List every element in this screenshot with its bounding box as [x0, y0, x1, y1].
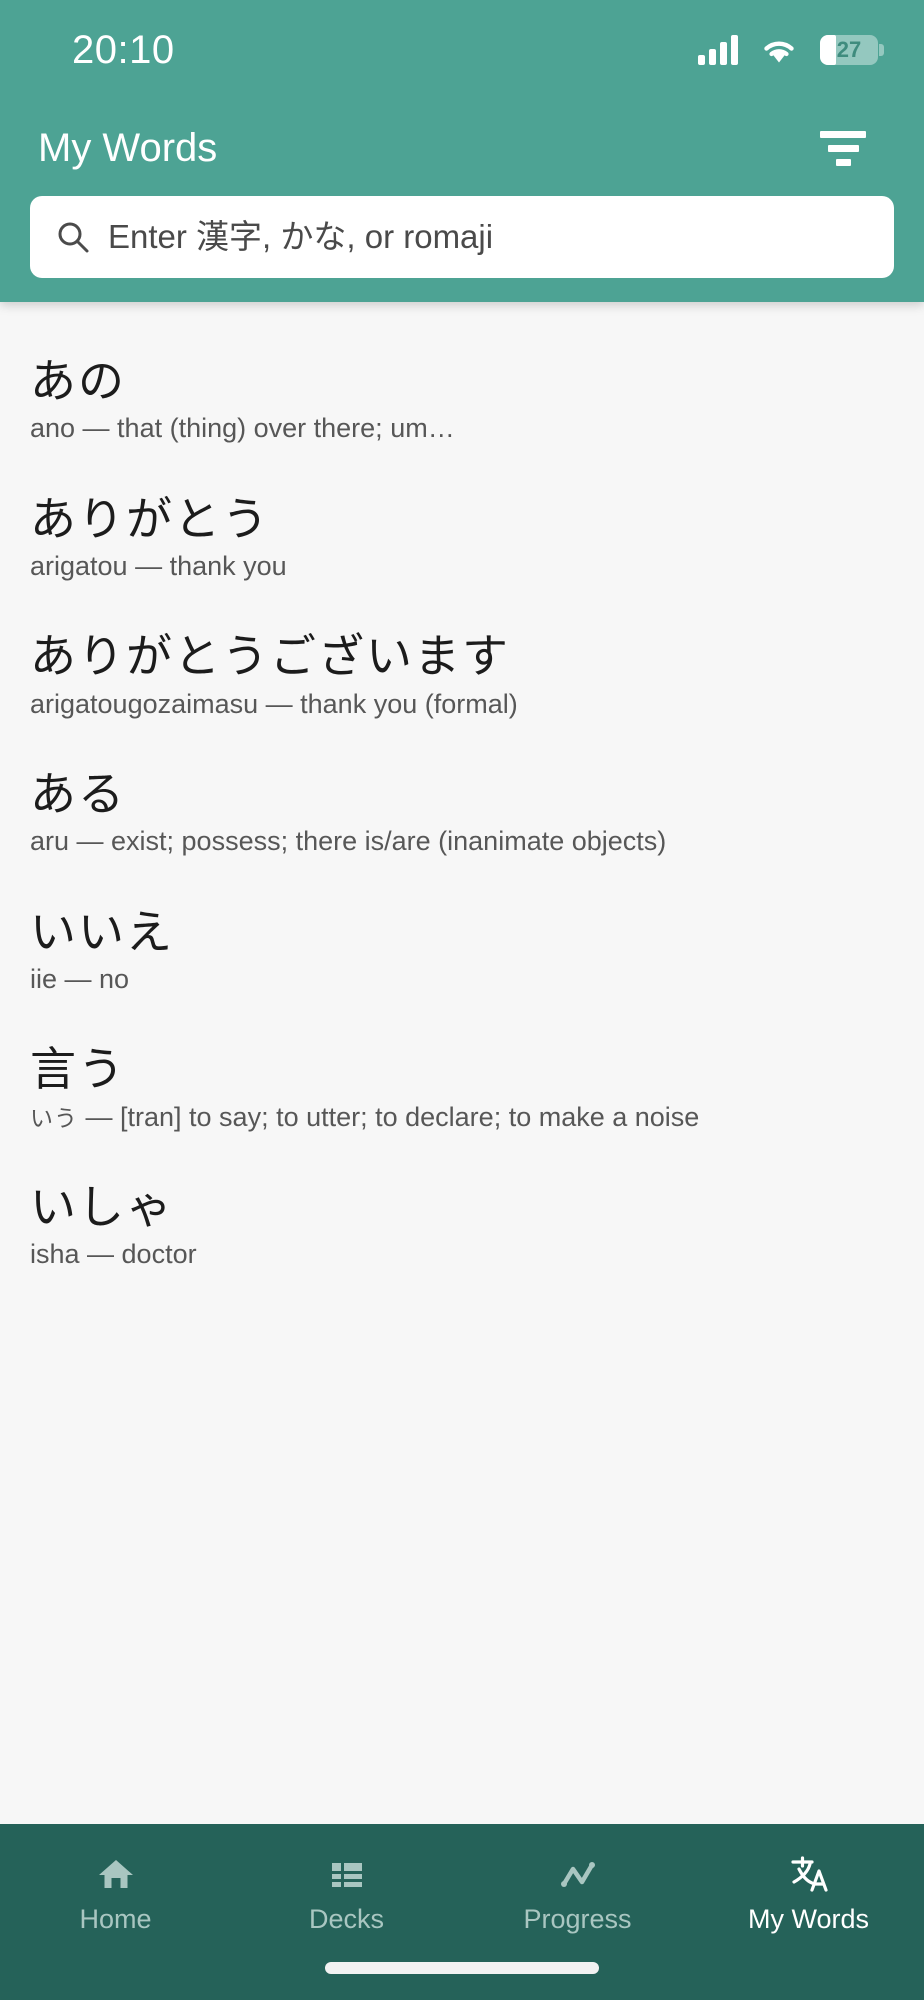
battery-icon: 27 [820, 35, 884, 65]
list-item[interactable]: いいえ iie — no [0, 905, 924, 996]
list-item[interactable]: 言う いう — [tran] to say; to utter; to decl… [0, 1042, 924, 1133]
list-icon [327, 1854, 367, 1894]
battery-fill [820, 35, 836, 65]
word-gloss: ano — that (thing) over there; um… [30, 413, 455, 444]
nav-item-my-words[interactable]: My Words [693, 1854, 924, 1933]
status-bar: 20:10 27 [0, 0, 924, 100]
word-reading-kana: いう [30, 1105, 78, 1132]
list-item[interactable]: いしゃ isha — doctor [0, 1180, 924, 1271]
status-bar-icons: 27 [698, 35, 884, 65]
search-input[interactable] [108, 218, 868, 256]
word-list[interactable]: あの ano — that (thing) over there; um… あり… [0, 302, 924, 1824]
page-title: My Words [38, 126, 218, 170]
battery-percent-label: 27 [836, 37, 862, 62]
translate-icon [789, 1854, 829, 1894]
app-root: 20:10 27 My Words Enter 漢字, かな, or romaj… [0, 0, 924, 2000]
app-header: 20:10 27 My Words Enter 漢字, かな, or romaj… [0, 0, 924, 302]
bottom-navigation: Home Decks Progress My Words [0, 1824, 924, 2000]
home-icon [96, 1854, 136, 1894]
search-container [0, 196, 924, 278]
list-item[interactable]: あの ano — that (thing) over there; um… [0, 354, 924, 445]
search-bar[interactable] [30, 196, 894, 278]
word-term: いいえ [30, 904, 174, 959]
list-item[interactable]: ある aru — exist; possess; there is/are (i… [0, 767, 924, 858]
nav-label: My Words [747, 1904, 869, 1934]
list-item[interactable]: ありがとうございます arigatougozaimasu — thank you… [0, 629, 924, 720]
word-gloss: arigatou — thank you [30, 550, 287, 581]
line-chart-icon [558, 1854, 598, 1894]
nav-item-progress[interactable]: Progress [462, 1854, 693, 1933]
word-term: 言う [30, 1042, 126, 1097]
list-item[interactable]: ありがとう arigatou — thank you [0, 492, 924, 583]
nav-item-home[interactable]: Home [0, 1854, 231, 1933]
word-gloss: いう — [tran] to say; to utter; to declare… [30, 1101, 894, 1134]
word-gloss: isha — doctor [30, 1239, 197, 1270]
battery-cap [879, 44, 884, 56]
search-icon [56, 220, 90, 254]
signal-bars-icon [698, 35, 738, 65]
word-term: いしゃ [30, 1180, 174, 1235]
nav-item-decks[interactable]: Decks [231, 1854, 462, 1933]
title-bar: My Words [0, 100, 924, 196]
filter-list-icon[interactable] [812, 123, 874, 174]
word-term: あの [30, 354, 126, 408]
word-term: ある [30, 766, 126, 821]
word-gloss: arigatougozaimasu — thank you (formal) [30, 688, 518, 719]
home-indicator [325, 1962, 599, 1974]
word-gloss: aru — exist; possess; there is/are (inan… [30, 826, 667, 857]
nav-label: Decks [308, 1904, 384, 1934]
word-term: ありがとうございます [30, 629, 510, 684]
nav-label: Progress [523, 1904, 632, 1934]
word-gloss-text: — [tran] to say; to utter; to declare; t… [78, 1101, 700, 1132]
word-term: ありがとう [30, 491, 270, 546]
status-bar-clock: 20:10 [72, 28, 175, 72]
wifi-icon [760, 36, 798, 64]
nav-label: Home [79, 1904, 152, 1934]
word-gloss: iie — no [30, 963, 130, 994]
